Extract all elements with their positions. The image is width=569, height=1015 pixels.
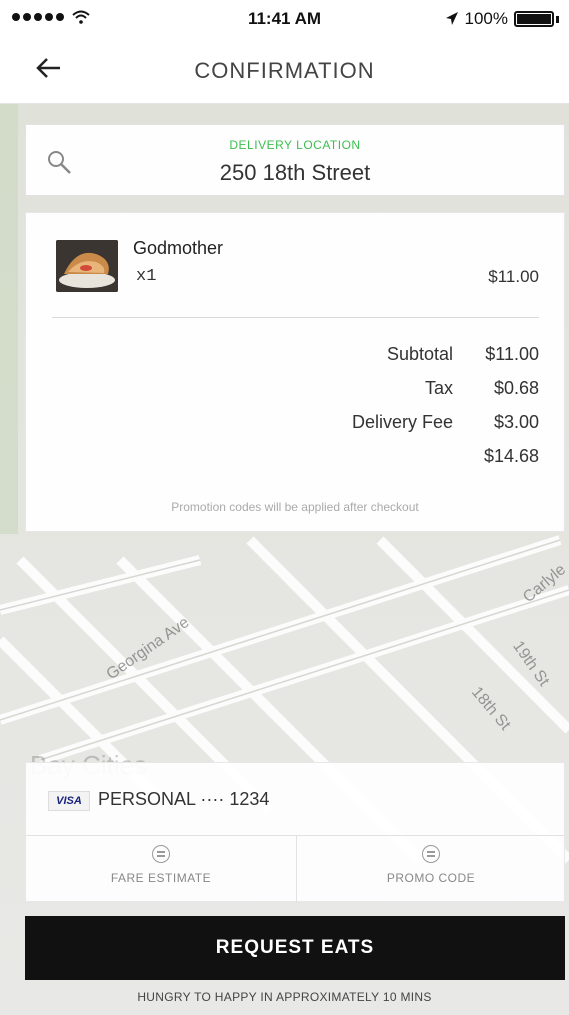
page-title: CONFIRMATION — [194, 58, 375, 83]
battery-status: 100% — [445, 9, 559, 29]
eta-note: HUNGRY TO HAPPY IN APPROXIMATELY 10 MINS — [137, 990, 432, 1004]
payment-card: VISA PERSONAL ···· 1234 FARE ESTIMATE PR… — [25, 762, 566, 903]
order-divider — [52, 317, 539, 318]
subtotal-value: $11.00 — [485, 344, 539, 364]
nav-header: CONFIRMATION — [0, 40, 569, 104]
item-thumbnail — [56, 240, 118, 292]
visa-icon: VISA — [48, 791, 90, 811]
tax-label: Tax — [424, 378, 453, 398]
payment-method-label[interactable]: PERSONAL ···· 1234 — [98, 789, 269, 810]
tax-row: Tax $0.68 — [425, 378, 539, 399]
item-quantity: x1 — [136, 267, 157, 286]
promo-note: Promotion codes will be applied after ch… — [171, 500, 419, 514]
item-name: Godmother — [133, 238, 224, 258]
location-arrow-icon — [445, 12, 458, 25]
request-eats-button[interactable]: REQUEST EATS — [25, 916, 565, 980]
sandwich-image — [56, 240, 118, 292]
promo-code-button[interactable]: PROMO CODE — [296, 835, 566, 903]
delivery-fee-label: Delivery Fee — [351, 412, 453, 432]
subtotal-label: Subtotal — [386, 344, 453, 364]
promo-code-label: PROMO CODE — [386, 871, 476, 885]
delivery-fee-value: $3.00 — [493, 412, 539, 432]
total-row: $14.68 — [453, 446, 539, 467]
battery-percent: 100% — [464, 9, 508, 28]
delivery-location-label: DELIVERY LOCATION — [229, 138, 361, 152]
delivery-location-card[interactable]: DELIVERY LOCATION 250 18th Street — [25, 124, 565, 196]
delivery-location-address: 250 18th Street — [219, 160, 371, 185]
total-value: $14.68 — [483, 446, 539, 466]
order-summary-card: Godmother x1 $11.00 Subtotal $11.00 Tax … — [25, 212, 565, 532]
status-bar: 11:41 AM 100% — [0, 0, 569, 40]
promo-code-icon — [422, 845, 440, 863]
subtotal-row: Subtotal $11.00 — [387, 344, 539, 365]
battery-nub — [556, 15, 559, 23]
battery-icon — [514, 11, 554, 27]
item-price: $11.00 — [488, 267, 539, 286]
delivery-fee-row: Delivery Fee $3.00 — [352, 412, 539, 433]
tax-value: $0.68 — [493, 378, 539, 398]
fare-estimate-icon — [152, 845, 170, 863]
fare-estimate-label: FARE ESTIMATE — [110, 871, 212, 885]
fare-estimate-button[interactable]: FARE ESTIMATE — [26, 835, 296, 903]
